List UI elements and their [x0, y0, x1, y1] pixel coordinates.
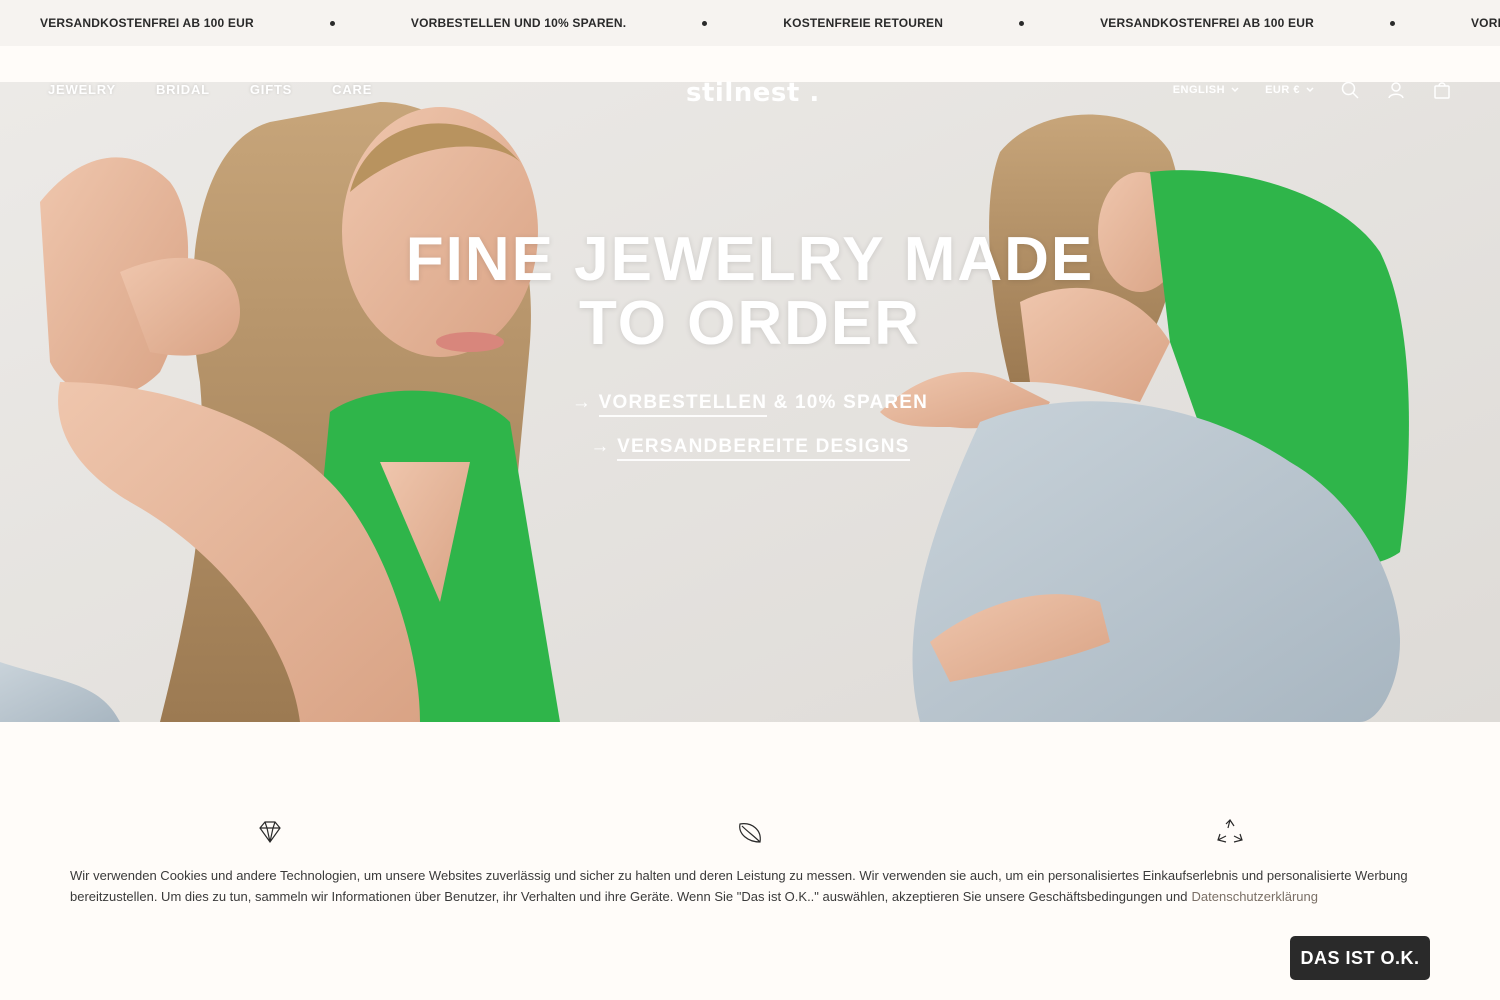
- chevron-down-icon: [1306, 87, 1314, 93]
- site-logo[interactable]: stilnest .: [686, 78, 820, 108]
- separator-dot: [1019, 20, 1025, 26]
- preorder-suffix: & 10% SPAREN: [767, 392, 929, 413]
- account-icon[interactable]: [1386, 80, 1406, 100]
- arrow-right-icon: →: [590, 436, 611, 457]
- recycle-icon: [1217, 819, 1243, 843]
- hero-content: FINE JEWELRY MADE TO ORDER → VORBESTELLE…: [0, 225, 1500, 461]
- header-actions: ENGLISH EUR €: [1173, 80, 1452, 100]
- language-selector[interactable]: ENGLISH: [1173, 84, 1239, 96]
- announcement-track: VERSANDKOSTENFREI AB 100 EUR VORBESTELLE…: [40, 0, 1500, 46]
- nav-jewelry[interactable]: JEWELRY: [48, 82, 116, 97]
- cart-icon[interactable]: [1432, 80, 1452, 100]
- arrow-right-icon: →: [571, 392, 593, 413]
- announcement-item: VORBESTELLEN UND 10%: [1470, 16, 1500, 30]
- ready-designs-link[interactable]: VERSANDBEREITE DESIGNS: [617, 436, 910, 461]
- hero-title: FINE JEWELRY MADE TO ORDER: [405, 225, 1095, 358]
- hero-link-ready: → VERSANDBEREITE DESIGNS: [0, 436, 1500, 461]
- nav-care[interactable]: CARE: [332, 82, 372, 97]
- nav-gifts[interactable]: GIFTS: [250, 82, 292, 97]
- announcement-item: VERSANDKOSTENFREI AB 100 EUR: [1100, 16, 1314, 30]
- chevron-down-icon: [1231, 87, 1239, 93]
- cookie-banner: Wir verwenden Cookies und andere Technol…: [0, 855, 1500, 1000]
- accept-cookies-button[interactable]: DAS IST O.K.: [1290, 936, 1430, 980]
- announcement-bar: VERSANDKOSTENFREI AB 100 EUR VORBESTELLE…: [0, 0, 1500, 46]
- search-icon[interactable]: [1340, 80, 1360, 100]
- hero-link-preorder: → VORBESTELLEN & 10% SPAREN: [0, 392, 1500, 417]
- separator-dot: [702, 20, 708, 26]
- site-header: JEWELRY BRIDAL GIFTS CARE stilnest . ENG…: [0, 74, 1500, 108]
- privacy-policy-link[interactable]: Datenschutzerklärung: [1192, 889, 1318, 904]
- diamond-icon: [259, 821, 281, 844]
- announcement-item: KOSTENFREIE RETOUREN: [783, 16, 944, 30]
- leaf-icon: [739, 823, 761, 843]
- cookie-text: Wir verwenden Cookies und andere Technol…: [70, 865, 1410, 907]
- main-nav: JEWELRY BRIDAL GIFTS CARE: [48, 82, 372, 97]
- currency-label: EUR €: [1265, 84, 1300, 96]
- currency-selector[interactable]: EUR €: [1265, 84, 1314, 96]
- separator-dot: [329, 20, 335, 26]
- separator-dot: [1389, 20, 1395, 26]
- announcement-item: VERSANDKOSTENFREI AB 100 EUR: [40, 16, 254, 30]
- nav-bridal[interactable]: BRIDAL: [156, 82, 210, 97]
- announcement-item: VORBESTELLEN UND 10% SPAREN.: [410, 16, 627, 30]
- preorder-link[interactable]: VORBESTELLEN: [598, 392, 768, 417]
- language-label: ENGLISH: [1172, 84, 1226, 96]
